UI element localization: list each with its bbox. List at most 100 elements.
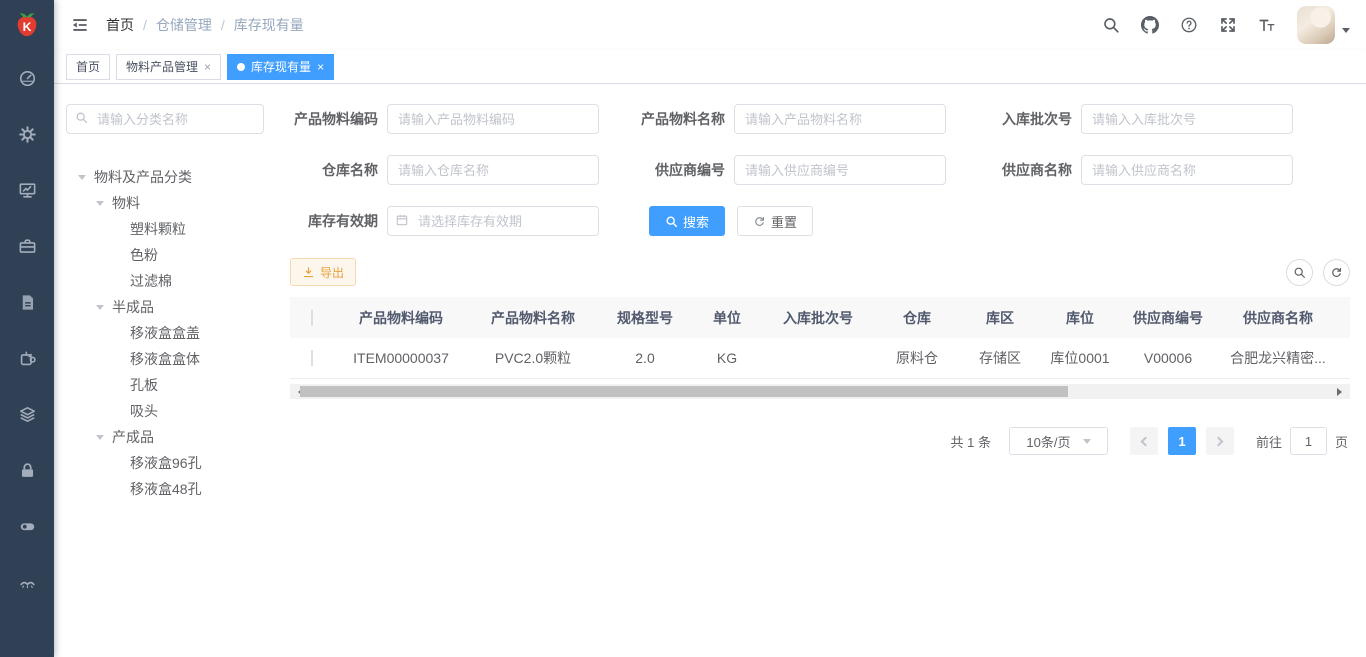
category-search-input[interactable] [66, 104, 264, 134]
user-menu[interactable] [1297, 6, 1350, 44]
warehouse-name-input[interactable] [387, 155, 599, 185]
refresh-icon [753, 215, 766, 228]
tree-search [66, 104, 274, 134]
select-all-checkbox[interactable] [311, 310, 313, 326]
close-icon[interactable]: × [317, 61, 324, 73]
tree-node-tip[interactable]: 吸头 [66, 398, 274, 424]
filter-label: 供应商编号 [637, 160, 734, 180]
breadcrumb-home[interactable]: 首页 [106, 15, 134, 35]
search-button[interactable]: 搜索 [649, 206, 725, 236]
app-logo[interactable]: K [0, 0, 54, 50]
sidebar-item-system[interactable] [0, 106, 54, 162]
export-button[interactable]: 导出 [290, 258, 356, 286]
filter-form: 产品物料编码 产品物料名称 入库批次号 [290, 104, 1350, 257]
tree-node-box-96[interactable]: 移液盒96孔 [66, 450, 274, 476]
export-button-label: 导出 [320, 264, 344, 281]
sidebar-item-monitor[interactable] [0, 162, 54, 218]
tree-node-root[interactable]: 物料及产品分类 [66, 164, 274, 190]
page-content: 物料及产品分类 物料 塑料颗粒 色粉 过滤棉 半成品 移液盒盒盖 移液盒盒体 孔… [54, 84, 1366, 657]
sidebar-item-guide[interactable] [0, 554, 54, 610]
inventory-panel: 产品物料编码 产品物料名称 入库批次号 [290, 104, 1350, 657]
sidebar-item-dashboard[interactable] [0, 50, 54, 106]
goto-suffix-label: 页 [1335, 432, 1348, 451]
tab-inventory-active[interactable]: 库存现有量 × [227, 54, 334, 80]
row-checkbox[interactable] [311, 350, 313, 366]
tree-node-box-body[interactable]: 移液盒盒体 [66, 346, 274, 372]
prev-page-button[interactable] [1130, 427, 1158, 455]
font-size-button[interactable] [1258, 16, 1276, 34]
column-header: 产品物料名称 [468, 308, 598, 328]
toggle-search-button[interactable] [1286, 259, 1313, 286]
scrollbar-thumb[interactable] [300, 386, 1068, 397]
tree-node-label: 移液盒96孔 [130, 453, 202, 473]
navbar: 首页 / 仓储管理 / 库存现有量 [54, 0, 1366, 50]
scroll-right-arrow[interactable] [1337, 388, 1346, 396]
fullscreen-button[interactable] [1219, 16, 1237, 34]
expiry-date-input[interactable] [387, 206, 599, 236]
column-header: 仓库 [874, 308, 960, 328]
layers-icon [18, 405, 37, 424]
caret-down-icon[interactable] [96, 435, 104, 444]
supplier-name-input[interactable] [1081, 155, 1293, 185]
horizontal-scrollbar[interactable] [290, 384, 1350, 399]
supplier-code-input[interactable] [734, 155, 946, 185]
tab-home[interactable]: 首页 [66, 54, 110, 80]
tab-label: 首页 [76, 58, 100, 75]
tree-node-material[interactable]: 物料 [66, 190, 274, 216]
batch-no-input[interactable] [1081, 104, 1293, 134]
tree-node-label: 移液盒盒体 [130, 349, 200, 369]
goto-page-input[interactable] [1290, 427, 1327, 455]
sidebar-item-lock[interactable] [0, 442, 54, 498]
main-column: 首页 / 仓储管理 / 库存现有量 [54, 0, 1366, 657]
page-number-current[interactable]: 1 [1168, 427, 1196, 455]
caret-down-icon[interactable] [78, 175, 86, 184]
bird-icon [18, 573, 37, 592]
tree-node-plate[interactable]: 孔板 [66, 372, 274, 398]
reset-button[interactable]: 重置 [737, 206, 813, 236]
table-toolbar: 导出 [290, 258, 1350, 286]
tree-node-label: 半成品 [112, 297, 154, 317]
search-icon [665, 215, 678, 228]
tree-node-filter-cotton[interactable]: 过滤棉 [66, 268, 274, 294]
header-search-button[interactable] [1102, 16, 1120, 34]
help-button[interactable] [1180, 16, 1198, 34]
cell-supplier-code: V00006 [1120, 350, 1216, 366]
github-link[interactable] [1141, 16, 1159, 34]
tree-node-pigment[interactable]: 色粉 [66, 242, 274, 268]
fullscreen-icon [1219, 16, 1237, 34]
tree-node-box-48[interactable]: 移液盒48孔 [66, 476, 274, 502]
caret-down-icon [1342, 28, 1350, 37]
item-code-input[interactable] [387, 104, 599, 134]
breadcrumb: 首页 / 仓储管理 / 库存现有量 [106, 15, 304, 35]
sidebar-item-layers[interactable] [0, 386, 54, 442]
sidebar-item-document[interactable] [0, 274, 54, 330]
close-icon[interactable]: × [204, 61, 211, 73]
page-size-value: 10条/页 [1026, 432, 1070, 451]
next-page-button[interactable] [1206, 427, 1234, 455]
briefcase-icon [18, 237, 37, 256]
sidebar-item-tool[interactable] [0, 218, 54, 274]
filter-label: 库存有效期 [290, 211, 387, 231]
sidebar-toggle-button[interactable] [54, 0, 106, 50]
filter-item-name: 产品物料名称 [637, 104, 984, 134]
tree-node-plastic[interactable]: 塑料颗粒 [66, 216, 274, 242]
caret-down-icon[interactable] [96, 201, 104, 210]
date-picker [387, 206, 599, 236]
cell-item-name: PVC2.0颗粒 [468, 348, 598, 368]
tree-node-box-lid[interactable]: 移液盒盒盖 [66, 320, 274, 346]
refresh-table-button[interactable] [1323, 259, 1350, 286]
sidebar-item-plugin[interactable] [0, 330, 54, 386]
tab-material-product[interactable]: 物料产品管理 × [116, 54, 221, 80]
toolbar-right [1286, 259, 1350, 286]
pagination: 共 1 条 10条/页 1 前往 页 [290, 427, 1350, 455]
filter-row-1: 产品物料编码 产品物料名称 入库批次号 [290, 104, 1350, 134]
tree-node-semi-finished[interactable]: 半成品 [66, 294, 274, 320]
inventory-table: 产品物料编码 产品物料名称 规格型号 单位 入库批次号 仓库 库区 库位 供应商… [290, 297, 1350, 399]
sidebar-item-toggle[interactable] [0, 498, 54, 554]
item-name-input[interactable] [734, 104, 946, 134]
category-tree-panel: 物料及产品分类 物料 塑料颗粒 色粉 过滤棉 半成品 移液盒盒盖 移液盒盒体 孔… [66, 104, 274, 657]
reset-button-label: 重置 [771, 212, 797, 231]
tree-node-finished[interactable]: 产成品 [66, 424, 274, 450]
caret-down-icon[interactable] [96, 305, 104, 314]
page-size-select[interactable]: 10条/页 [1009, 427, 1108, 455]
